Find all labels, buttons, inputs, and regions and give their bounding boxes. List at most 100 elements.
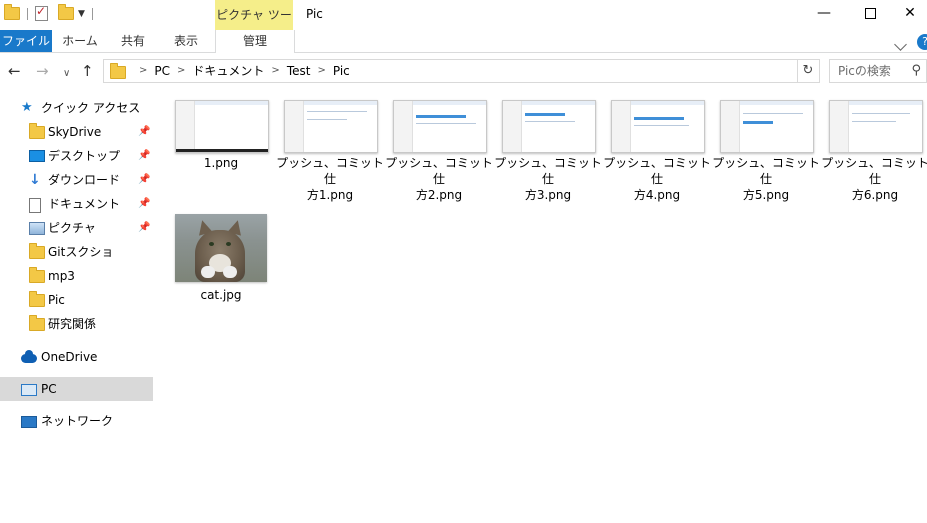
file-name: プッシュ、コミット仕方1.png: [274, 155, 386, 203]
pin-icon[interactable]: 📌: [138, 168, 150, 192]
maximize-icon: [864, 7, 876, 19]
file-list: 1.png プッシュ、コミット仕 方1.png プッシュ、コミット仕 方2.png …: [165, 92, 927, 523]
tab-share[interactable]: 共有: [108, 30, 158, 52]
breadcrumb-chevron-icon[interactable]: >: [271, 60, 279, 82]
sidebar-item-label: Pic: [48, 293, 65, 307]
file-name: プッシュ、コミット仕 方4.png: [601, 155, 713, 203]
tab-file[interactable]: ファイル: [0, 30, 52, 52]
maximize-button[interactable]: [847, 0, 893, 28]
sidebar-item-documents[interactable]: ドキュメント 📌: [0, 192, 153, 216]
file-name-line1: プッシュ、コミット仕: [494, 156, 602, 186]
sidebar-item-desktop[interactable]: デスクトップ 📌: [0, 144, 153, 168]
file-name-line2: 方1.png: [306, 188, 354, 202]
help-icon[interactable]: ?: [917, 34, 927, 50]
sidebar-item-label: クイック アクセス: [41, 101, 141, 115]
sidebar-item-pic[interactable]: Pic: [0, 288, 153, 312]
file-name-line2: 方5.png: [742, 188, 790, 202]
pin-icon[interactable]: 📌: [138, 120, 150, 144]
sidebar-item-skydrive[interactable]: SkyDrive 📌: [0, 120, 153, 144]
file-name: cat.jpg: [200, 288, 242, 302]
file-name: プッシュ、コミット仕方6.png: [819, 155, 927, 203]
onedrive-cloud-icon: [21, 350, 37, 363]
sidebar-item-onedrive[interactable]: OneDrive: [0, 345, 153, 369]
sidebar-item-research[interactable]: 研究関係: [0, 312, 153, 336]
recent-locations-chevron-icon[interactable]: ∨: [63, 64, 70, 84]
file-name-line1: プッシュ、コミット仕: [821, 156, 927, 186]
file-name-line2: 方3.png: [524, 188, 572, 202]
back-arrow-icon[interactable]: ←: [8, 61, 21, 81]
close-button[interactable]: ✕: [893, 0, 927, 28]
breadcrumb-documents[interactable]: ドキュメント: [192, 60, 264, 82]
address-bar[interactable]: > PC > ドキュメント > Test > Pic ∨: [103, 59, 887, 83]
pin-icon[interactable]: 📌: [138, 144, 150, 168]
file-thumbnail: [611, 100, 705, 153]
file-name: プッシュ、コミット仕方5.png: [710, 155, 822, 203]
file-thumbnail: [393, 100, 487, 153]
file-item[interactable]: プッシュ、コミット仕 方2.png: [383, 92, 493, 202]
pin-icon[interactable]: 📌: [138, 192, 150, 216]
folder-icon: [29, 123, 45, 139]
file-item[interactable]: プッシュ、コミット仕方5.png: [710, 92, 820, 202]
search-placeholder: Picの検索: [838, 64, 891, 78]
file-thumbnail: [720, 100, 814, 153]
sidebar-item-label: ピクチャ: [48, 221, 96, 235]
sidebar-item-label: 研究関係: [48, 317, 97, 331]
pin-icon[interactable]: 📌: [138, 216, 150, 240]
sidebar-item-network[interactable]: ネットワーク: [0, 409, 153, 433]
sidebar-item-downloads[interactable]: ↓ ダウンロード 📌: [0, 168, 153, 192]
refresh-button[interactable]: ↻: [797, 59, 820, 83]
qat-divider: [27, 7, 28, 20]
forward-arrow-icon[interactable]: →: [36, 61, 49, 81]
location-folder-icon: [110, 63, 126, 79]
properties-icon[interactable]: [35, 4, 48, 21]
folder-icon: [29, 291, 45, 307]
sidebar-item-label: PC: [41, 382, 57, 396]
file-name-line2: 方4.png: [633, 188, 681, 202]
sidebar-item-git-screenshots[interactable]: Gitスクショ: [0, 240, 153, 264]
minimize-button[interactable]: —: [801, 0, 847, 28]
search-input[interactable]: Picの検索 ⚲: [829, 59, 927, 83]
file-item[interactable]: プッシュ、コミット仕 方4.png: [601, 92, 711, 202]
breadcrumb-chevron-icon[interactable]: >: [317, 60, 325, 82]
breadcrumb-pic[interactable]: Pic: [333, 60, 350, 82]
up-arrow-icon[interactable]: ↑: [81, 61, 94, 81]
breadcrumb-pc[interactable]: PC: [154, 60, 170, 82]
new-folder-icon[interactable]: [58, 4, 74, 20]
sidebar-item-quick-access[interactable]: ★ クイック アクセス: [0, 96, 153, 120]
sidebar-item-label: SkyDrive: [48, 125, 102, 139]
sidebar-item-pictures[interactable]: ピクチャ 📌: [0, 216, 153, 240]
file-item-cat[interactable]: cat.jpg: [165, 92, 271, 312]
expand-ribbon-icon[interactable]: [894, 37, 907, 51]
file-item[interactable]: プッシュ、コミット仕方6.png: [819, 92, 927, 202]
download-arrow-icon: ↓: [29, 172, 41, 188]
file-thumbnail: [284, 100, 378, 153]
ribbon-controls: ?: [894, 34, 927, 51]
window-title: Pic: [306, 7, 323, 21]
tab-home[interactable]: ホーム: [52, 30, 108, 52]
sidebar-item-label: デスクトップ: [48, 149, 121, 163]
breadcrumb-chevron-icon[interactable]: >: [139, 60, 147, 82]
breadcrumb-test[interactable]: Test: [287, 60, 311, 82]
title-bar: ▼ ピクチャ ツール Pic — ✕: [0, 0, 927, 52]
file-item[interactable]: プッシュ、コミット仕方1.png: [274, 92, 384, 202]
file-name-line1: プッシュ、コミット仕: [712, 156, 820, 186]
file-thumbnail: [502, 100, 596, 153]
network-icon: [21, 416, 37, 428]
search-icon[interactable]: ⚲: [911, 63, 921, 78]
qat-divider-2: [91, 7, 93, 20]
breadcrumb: > PC > ドキュメント > Test > Pic: [132, 60, 350, 82]
file-name: プッシュ、コミット仕方3.png: [492, 155, 604, 203]
file-name-line2: 方6.png: [851, 188, 899, 202]
sidebar-item-pc[interactable]: PC: [0, 377, 153, 401]
sidebar-item-label: mp3: [48, 269, 75, 283]
pictures-icon: [29, 222, 45, 235]
sidebar-item-mp3[interactable]: mp3: [0, 264, 153, 288]
folder-icon[interactable]: [4, 4, 20, 20]
tab-manage[interactable]: 管理: [215, 30, 295, 53]
customize-qat-dropdown-icon[interactable]: ▼: [78, 9, 85, 19]
file-name-line1: プッシュ、コミット仕: [276, 156, 384, 186]
breadcrumb-chevron-icon[interactable]: >: [177, 60, 185, 82]
file-item[interactable]: プッシュ、コミット仕方3.png: [492, 92, 602, 202]
tab-view[interactable]: 表示: [158, 30, 214, 52]
star-icon: ★: [21, 100, 33, 115]
